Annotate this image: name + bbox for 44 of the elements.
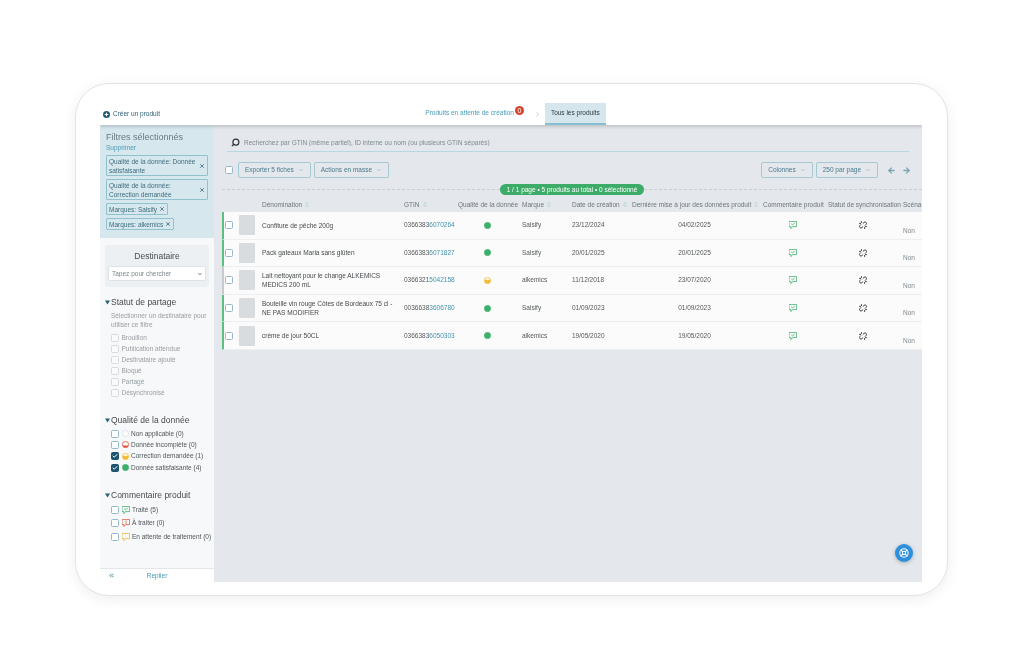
- photo-placeholder: [239, 215, 255, 236]
- checkbox[interactable]: [111, 532, 119, 541]
- photo-placeholder: [239, 325, 255, 346]
- filter-section-toggle[interactable]: Qualité de la donnée: [105, 414, 190, 426]
- sort-icon[interactable]: [621, 201, 628, 208]
- close-icon[interactable]: [199, 162, 205, 169]
- caret-down-icon: [865, 167, 871, 173]
- close-icon[interactable]: [165, 221, 172, 227]
- checkbox[interactable]: [111, 429, 119, 438]
- photo-placeholder: [239, 242, 255, 263]
- checkbox[interactable]: [225, 221, 233, 230]
- sort-icon[interactable]: [421, 201, 428, 208]
- checkbox[interactable]: [225, 166, 233, 174]
- chevron-right-icon: [533, 110, 541, 118]
- checkbox[interactable]: [225, 304, 233, 313]
- caret-down-icon: [799, 167, 806, 173]
- caret-down-icon: [197, 270, 203, 277]
- sort-icon[interactable]: [753, 201, 760, 208]
- sort-icon[interactable]: [546, 201, 553, 208]
- checkbox[interactable]: [111, 440, 119, 449]
- checkbox[interactable]: [225, 331, 233, 340]
- panel-title: Filtres sélectionnés: [106, 132, 185, 143]
- sort-icon[interactable]: [304, 201, 311, 208]
- arrow-right-icon[interactable]: [902, 165, 911, 175]
- checkbox[interactable]: [111, 505, 119, 514]
- plus-circle-icon: [103, 110, 110, 118]
- caret-down-icon: [376, 167, 383, 173]
- photo-placeholder: [239, 270, 255, 291]
- close-icon[interactable]: [159, 206, 166, 212]
- checkbox[interactable]: [225, 248, 233, 257]
- help-button[interactable]: [895, 544, 913, 562]
- search-icon: [231, 137, 240, 147]
- checkbox[interactable]: [111, 463, 119, 472]
- recipient-title: Destinataire: [134, 251, 180, 262]
- double-chevron-left-icon: [108, 572, 115, 579]
- close-icon[interactable]: [199, 186, 205, 193]
- caret-down-icon: [297, 167, 304, 173]
- lifebuoy-icon: [899, 548, 909, 558]
- photo-placeholder: [239, 298, 255, 319]
- filter-section-toggle[interactable]: Commentaire produit: [105, 489, 191, 502]
- checkbox[interactable]: [225, 276, 233, 285]
- checkbox[interactable]: [111, 452, 119, 461]
- checkbox[interactable]: [111, 519, 119, 528]
- arrow-left-icon[interactable]: [887, 165, 896, 175]
